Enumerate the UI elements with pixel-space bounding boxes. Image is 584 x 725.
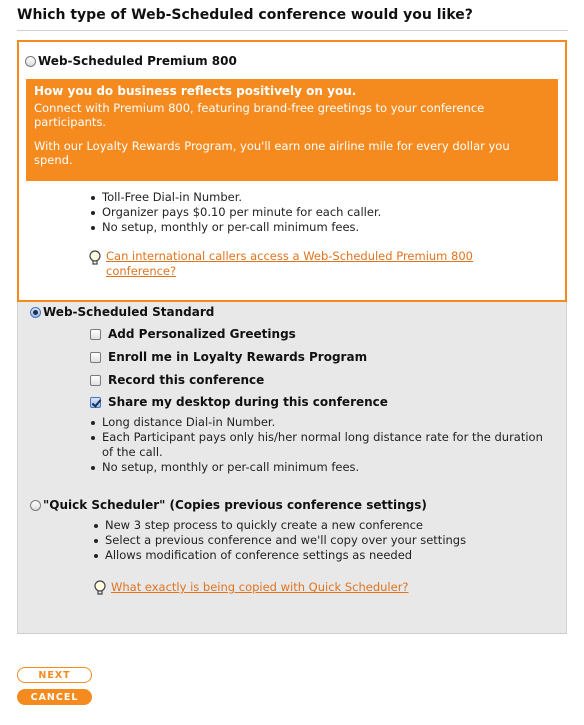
premium-option-label: Web-Scheduled Premium 800 xyxy=(38,54,237,68)
standard-option[interactable]: Web-Scheduled Standard xyxy=(30,305,214,319)
loyalty-checkbox[interactable] xyxy=(90,351,101,363)
title-divider xyxy=(17,30,568,31)
share-desktop-option[interactable]: Share my desktop during this conference xyxy=(90,395,388,409)
premium-international-help-link[interactable]: Can international callers access a Web-S… xyxy=(106,249,536,279)
record-label: Record this conference xyxy=(108,373,265,387)
share-desktop-label: Share my desktop during this conference xyxy=(108,395,388,409)
promo-heading: How you do business reflects positively … xyxy=(34,84,357,98)
record-option[interactable]: Record this conference xyxy=(90,373,264,387)
list-item: No setup, monthly or per-call minimum fe… xyxy=(90,460,550,475)
standard-option-label: Web-Scheduled Standard xyxy=(43,305,215,319)
premium-radio[interactable] xyxy=(25,55,36,67)
premium-option[interactable]: Web-Scheduled Premium 800 xyxy=(25,54,237,68)
lightbulb-icon xyxy=(89,250,101,265)
quick-features-list: New 3 step process to quickly create a n… xyxy=(93,518,466,563)
next-button[interactable]: NEXT xyxy=(17,667,92,683)
list-item: Long distance Dial-in Number. xyxy=(90,415,550,430)
greetings-checkbox[interactable] xyxy=(90,328,101,340)
cancel-button[interactable]: CANCEL xyxy=(17,689,92,705)
standard-features-list: Long distance Dial-in Number. Each Parti… xyxy=(90,415,550,475)
loyalty-option[interactable]: Enroll me in Loyalty Rewards Program xyxy=(90,350,367,364)
quick-scheduler-label: "Quick Scheduler" (Copies previous confe… xyxy=(43,498,427,512)
list-item: Select a previous conference and we'll c… xyxy=(93,533,466,548)
quick-scheduler-help-link[interactable]: What exactly is being copied with Quick … xyxy=(111,580,409,595)
list-item: New 3 step process to quickly create a n… xyxy=(93,518,466,533)
loyalty-label: Enroll me in Loyalty Rewards Program xyxy=(108,350,368,364)
promo-text-1: Connect with Premium 800, featuring bran… xyxy=(34,100,485,130)
quick-scheduler-radio[interactable] xyxy=(30,499,41,511)
record-checkbox[interactable] xyxy=(90,374,101,386)
quick-scheduler-option[interactable]: "Quick Scheduler" (Copies previous confe… xyxy=(30,498,427,512)
list-item: Organizer pays $0.10 per minute for each… xyxy=(90,205,381,220)
list-item: Allows modification of conference settin… xyxy=(93,548,466,563)
page-title: Which type of Web-Scheduled conference w… xyxy=(17,7,473,23)
premium-features-list: Toll-Free Dial-in Number. Organizer pays… xyxy=(90,190,381,235)
lightbulb-icon xyxy=(94,580,106,595)
share-desktop-checkbox[interactable] xyxy=(90,396,101,408)
promo-text-2: With our Loyalty Rewards Program, you'll… xyxy=(34,138,510,168)
premium-promo-banner: How you do business reflects positively … xyxy=(26,79,558,181)
list-item: Toll-Free Dial-in Number. xyxy=(90,190,381,205)
list-item: Each Participant pays only his/her norma… xyxy=(90,430,550,460)
greetings-label: Add Personalized Greetings xyxy=(108,327,296,341)
greetings-option[interactable]: Add Personalized Greetings xyxy=(90,327,296,341)
standard-radio[interactable] xyxy=(30,306,41,318)
list-item: No setup, monthly or per-call minimum fe… xyxy=(90,220,381,235)
